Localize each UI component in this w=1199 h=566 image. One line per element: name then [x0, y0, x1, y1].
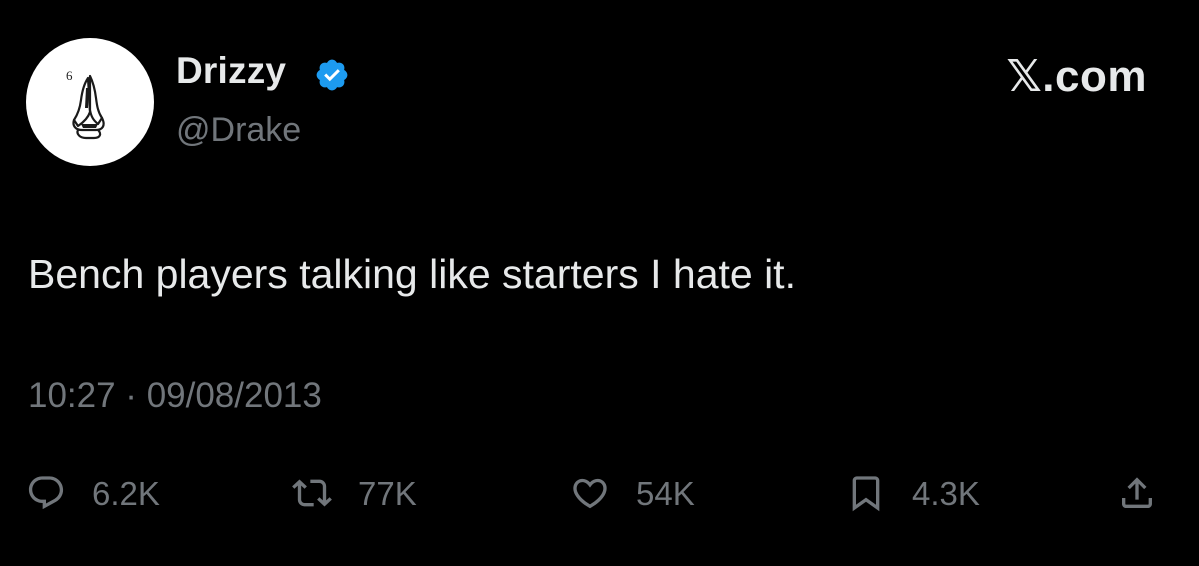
tweet-text: Bench players talking like starters I ha…: [28, 251, 796, 297]
brand-logo: 𝕏.com: [1006, 52, 1147, 101]
repost-icon: [292, 479, 332, 507]
tweet-timestamp[interactable]: 10:27 · 09/08/2013: [28, 378, 322, 413]
share-icon: [1122, 477, 1152, 508]
display-name[interactable]: Drizzy: [176, 52, 286, 89]
repost-button[interactable]: 77K: [292, 468, 417, 518]
author-handle[interactable]: @Drake: [176, 113, 301, 147]
tweet-card: 6 Drizzy @Drake 𝕏.com Bench players talk…: [0, 0, 1199, 566]
share-button[interactable]: [1117, 468, 1157, 518]
like-count: 54K: [636, 474, 695, 512]
reply-icon: [28, 476, 64, 510]
reply-button[interactable]: 6.2K: [26, 468, 160, 518]
heart-icon: [573, 478, 607, 509]
praying-hands-icon: [72, 74, 105, 140]
avatar[interactable]: 6: [26, 38, 154, 166]
repost-count: 77K: [358, 474, 417, 512]
bookmark-button[interactable]: 4.3K: [846, 468, 980, 518]
bookmark-count: 4.3K: [912, 474, 980, 512]
reply-count: 6.2K: [92, 474, 160, 512]
verified-badge-icon: [316, 59, 348, 91]
like-button[interactable]: 54K: [570, 468, 695, 518]
bookmark-icon: [852, 476, 880, 512]
